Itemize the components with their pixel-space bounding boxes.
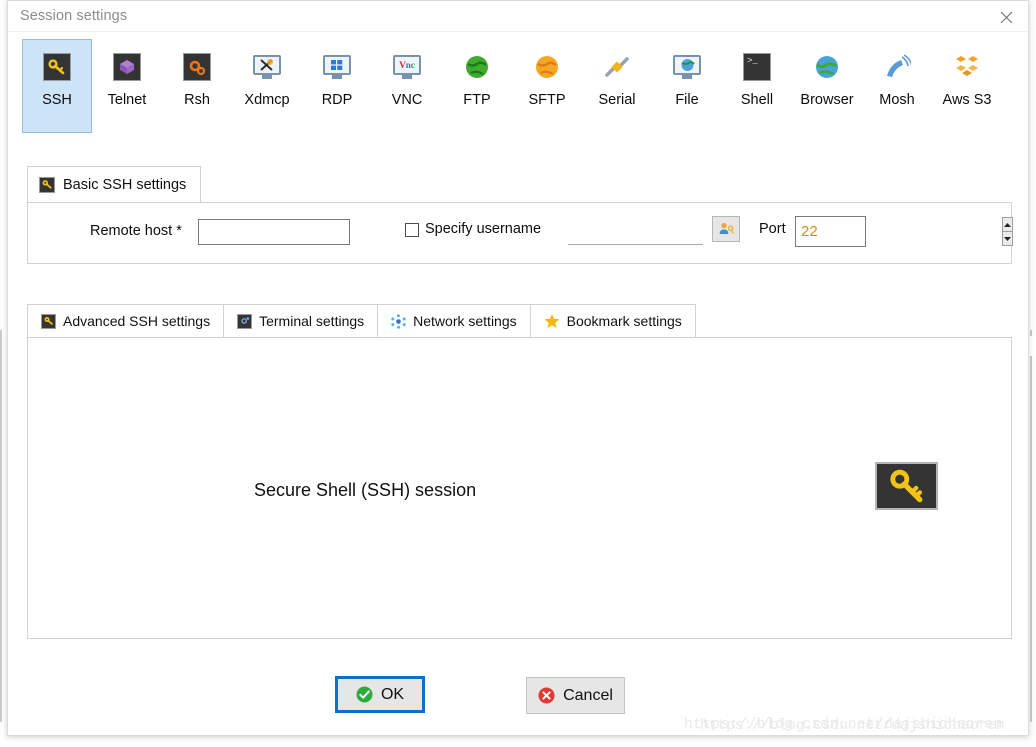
protocol-item-serial[interactable]: Serial [582,39,652,133]
serial-plug-icon [601,51,633,83]
basic-settings-panel: Remote host * Specify username Port [27,202,1013,264]
protocol-label: Shell [740,92,774,108]
session-description-panel: Secure Shell (SSH) session [27,337,1012,639]
mosh-dish-icon [881,51,913,83]
terminal-icon [237,313,253,329]
shell-terminal-icon: >_ [741,51,773,83]
remote-host-label: Remote host * [90,223,182,239]
check-circle-icon [356,686,373,703]
tab-label: Basic SSH settings [63,176,187,193]
session-settings-dialog: Session settings SSH Telnet Rsh Xdmcp RD… [7,0,1029,736]
background-divider-right [1030,330,1032,722]
protocol-label: Rsh [184,92,210,108]
protocol-label: Mosh [879,92,915,108]
port-stepper [1002,217,1013,246]
ftp-globe-icon [461,51,493,83]
tab-label: Bookmark settings [566,313,682,329]
protocol-item-ssh[interactable]: SSH [22,39,92,133]
ssh-key-icon [41,51,73,83]
protocol-label: VNC [391,92,423,108]
protocol-label: Browser [800,92,854,108]
basic-settings-tabstrip: Basic SSH settings [27,166,202,202]
protocol-item-browser[interactable]: Browser [792,39,862,133]
protocol-item-rsh[interactable]: Rsh [162,39,232,133]
lower-tabstrip: Advanced SSH settings Terminal settings [27,304,696,337]
username-input[interactable] [568,219,703,245]
specify-username-label: Specify username [425,221,542,237]
user-key-icon[interactable] [712,216,740,242]
protocol-label: Telnet [107,92,147,108]
ok-button[interactable]: OK [335,676,425,713]
ssh-key-icon [875,462,938,510]
chevron-up-icon[interactable] [1002,217,1013,231]
x-circle-icon [538,687,555,704]
protocol-label: Xdmcp [244,92,290,108]
background-divider-left [0,330,2,722]
tab-advanced-ssh-settings[interactable]: Advanced SSH settings [27,304,224,337]
protocol-item-rdp[interactable]: RDP [302,39,372,133]
aws-s3-cubes-icon [951,51,983,83]
ok-button-label: OK [380,685,405,703]
port-input[interactable] [796,217,1002,246]
chevron-down-icon[interactable] [1002,231,1013,246]
protocol-selector: SSH Telnet Rsh Xdmcp RDP V n c VNC FTP S… [22,39,1012,134]
protocol-item-aws-s3[interactable]: Aws S3 [932,39,1002,133]
protocol-item-vnc[interactable]: Vnc VNC [372,39,442,133]
star-icon [544,313,560,329]
port-field [795,216,1013,247]
tab-label: Advanced SSH settings [63,313,211,329]
port-label: Port [759,221,786,237]
protocol-label: SFTP [528,92,566,108]
protocol-item-shell[interactable]: >_ Shell [722,39,792,133]
vnc-monitor-icon: Vnc [391,51,423,83]
rsh-gears-icon [181,51,213,83]
specify-username-checkbox[interactable] [405,223,419,237]
tab-network-settings[interactable]: Network settings [377,304,530,337]
protocol-item-ftp[interactable]: FTP [442,39,512,133]
protocol-item-telnet[interactable]: Telnet [92,39,162,133]
telnet-cube-icon [111,51,143,83]
tab-label: Terminal settings [259,313,365,329]
protocol-label: RDP [321,92,353,108]
protocol-label: SSH [42,92,72,108]
tab-terminal-settings[interactable]: Terminal settings [223,304,378,337]
protocol-label: Serial [598,92,636,108]
close-icon[interactable] [992,5,1020,29]
protocol-item-mosh[interactable]: Mosh [862,39,932,133]
tab-label: Network settings [413,313,517,329]
protocol-label: FTP [463,92,491,108]
browser-globe-icon [811,51,843,83]
tab-basic-ssh-settings[interactable]: Basic SSH settings [27,166,202,202]
file-monitor-icon [671,51,703,83]
protocol-item-xdmcp[interactable]: Xdmcp [232,39,302,133]
ssh-key-icon [41,313,56,329]
cancel-button[interactable]: Cancel [526,677,625,714]
network-dots-icon [391,313,406,329]
xdmcp-monitor-icon [251,51,283,83]
cancel-button-label: Cancel [563,686,613,704]
protocol-item-sftp[interactable]: SFTP [512,39,582,133]
protocol-label: File [675,92,699,108]
tab-bookmark-settings[interactable]: Bookmark settings [529,304,696,337]
protocol-item-file[interactable]: File [652,39,722,133]
dialog-titlebar: Session settings [8,1,1028,32]
protocol-label: Aws S3 [942,92,992,108]
sftp-globe-icon [531,51,563,83]
session-description-text: Secure Shell (SSH) session [254,480,477,500]
remote-host-input[interactable] [198,219,350,245]
rdp-monitor-icon [321,51,353,83]
ssh-key-icon [39,176,55,193]
dialog-title: Session settings [20,8,128,24]
